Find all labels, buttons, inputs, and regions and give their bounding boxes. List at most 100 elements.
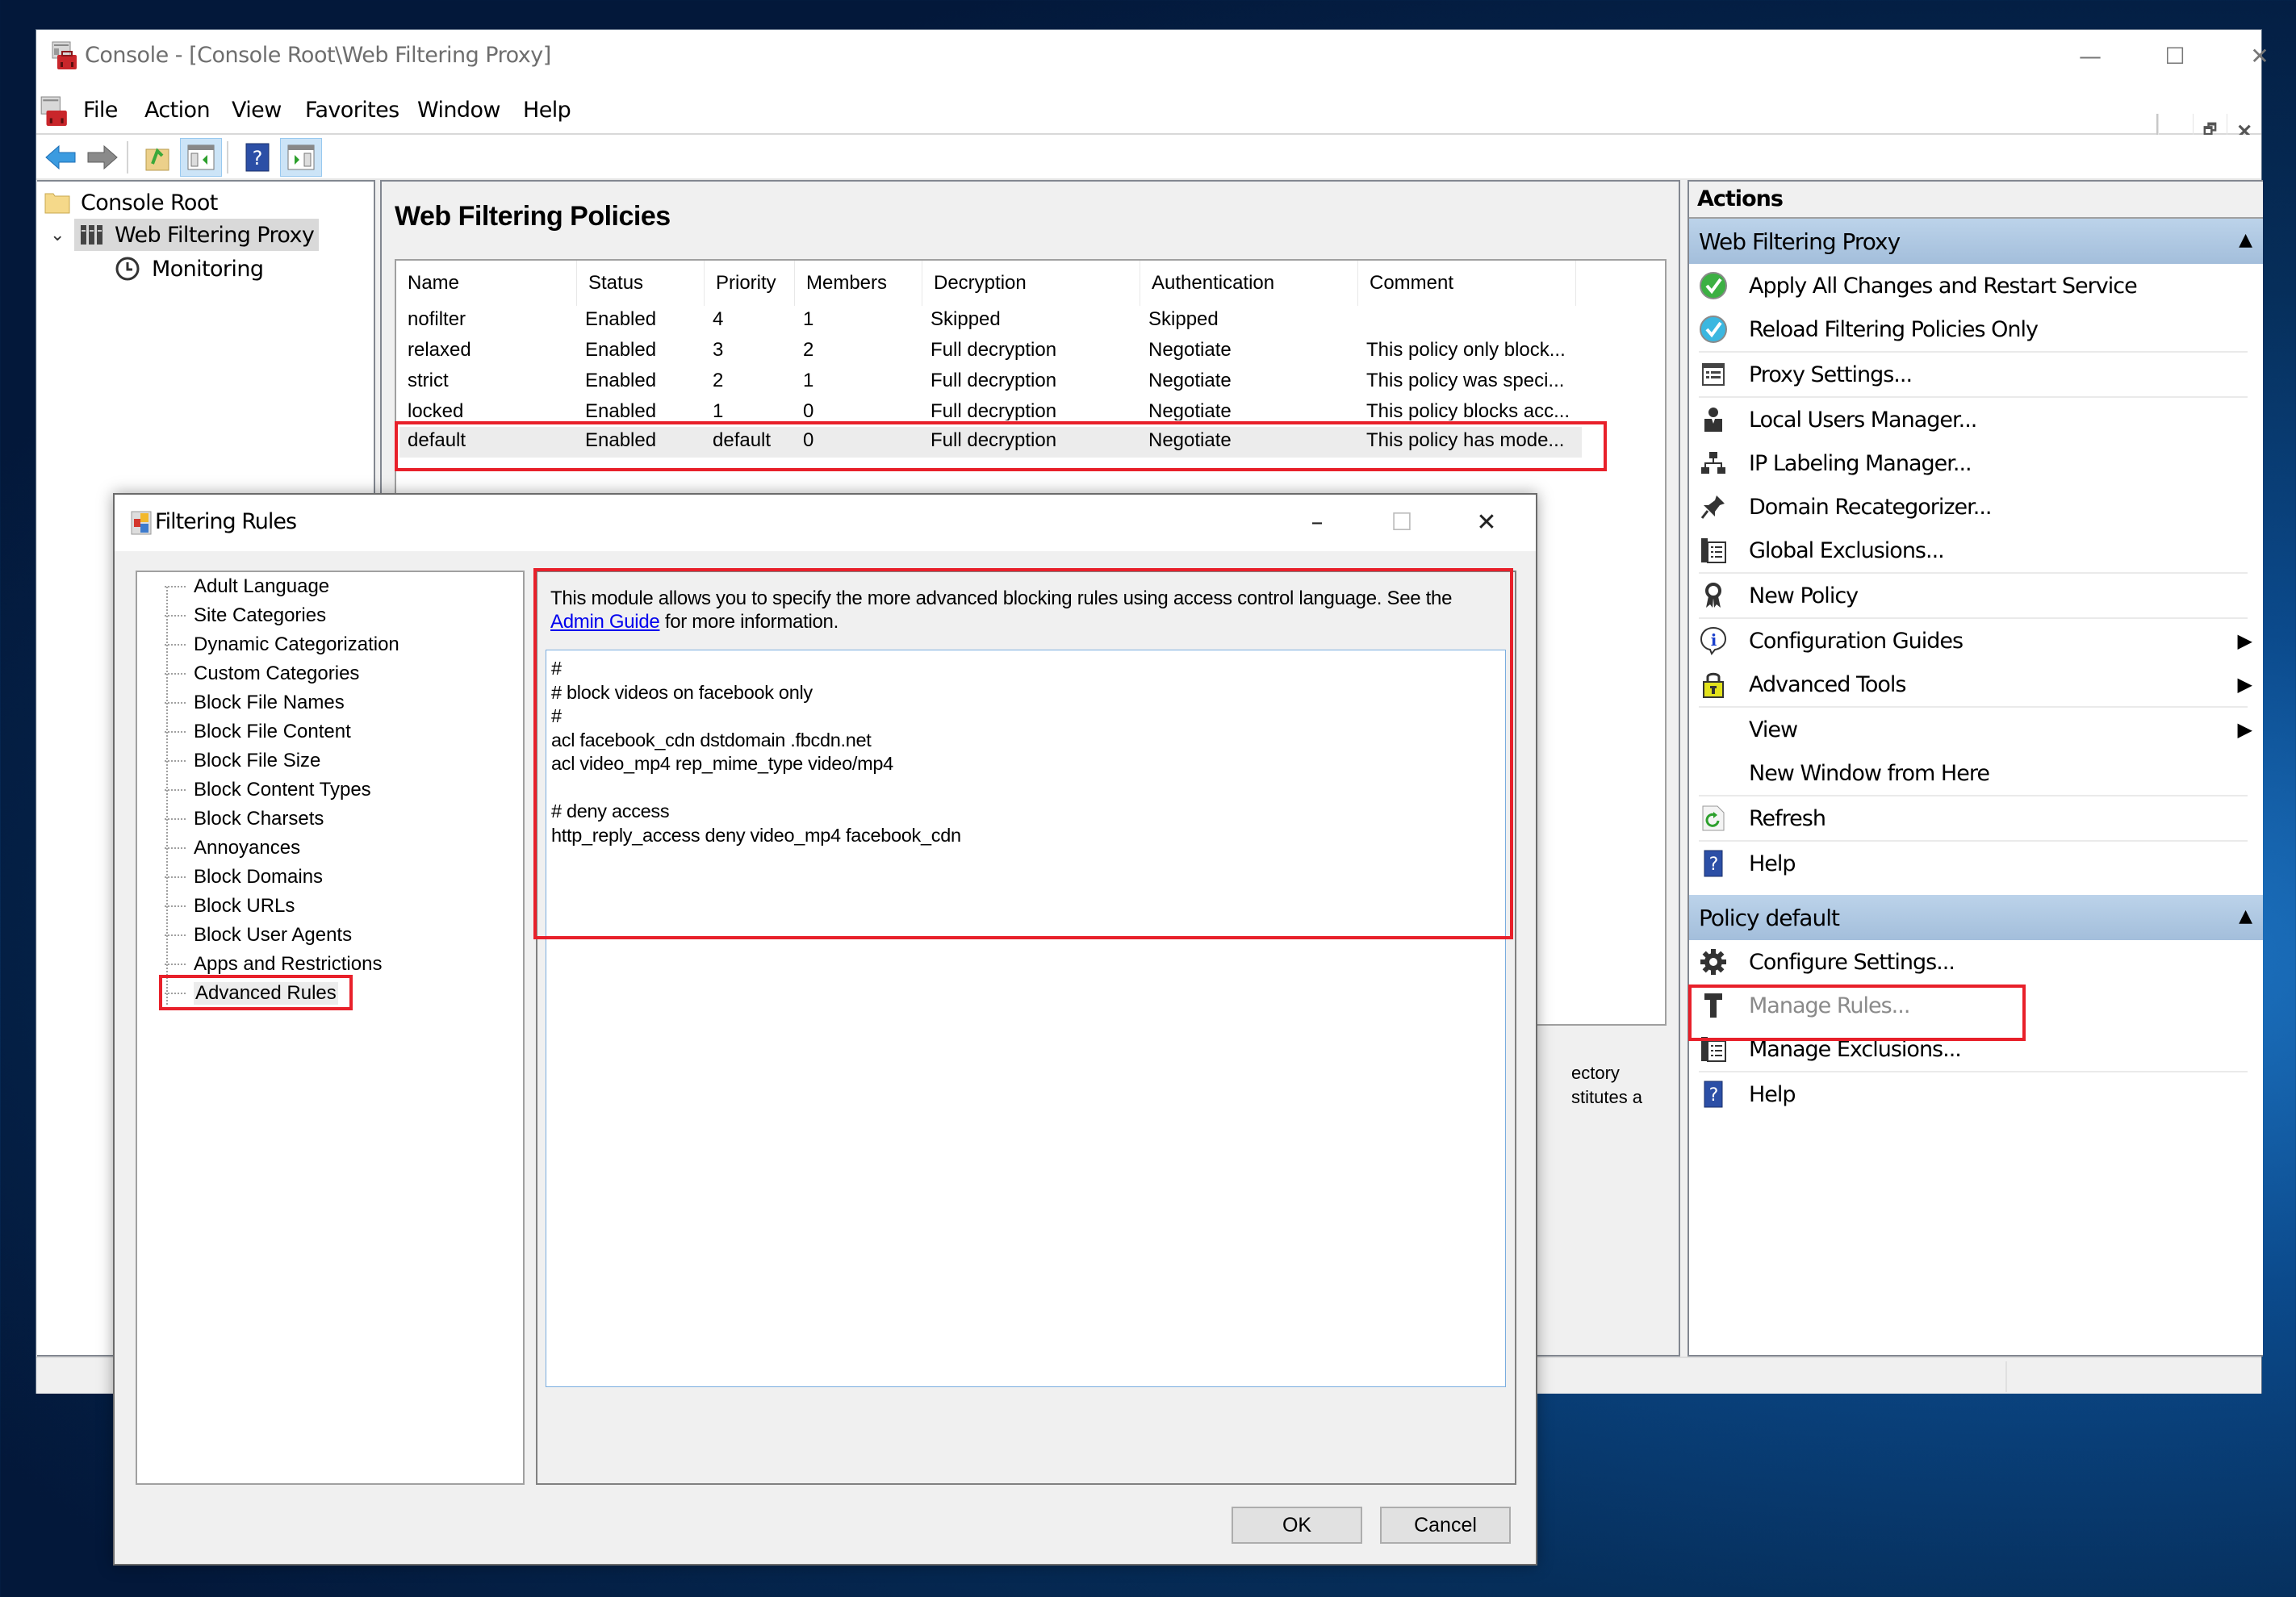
action-advanced-tools[interactable]: Advanced Tools ▶ [1689, 663, 2263, 706]
module-item[interactable]: Block Domains [137, 863, 323, 892]
module-item[interactable]: Custom Categories [137, 659, 359, 688]
module-item[interactable]: Block File Content [137, 717, 351, 746]
column-header-name[interactable]: Name [396, 261, 577, 306]
minimize-button[interactable]: — [2050, 30, 2131, 82]
action-new-window-from-here[interactable]: New Window from Here [1689, 751, 2263, 795]
forward-button[interactable] [82, 138, 123, 177]
cancel-button[interactable]: Cancel [1380, 1507, 1511, 1544]
action-label: Help [1749, 1081, 1796, 1107]
action-policy-help[interactable]: ? Help [1689, 1072, 2263, 1116]
module-item[interactable]: Site Categories [137, 601, 326, 630]
action-refresh[interactable]: Refresh [1689, 796, 2263, 840]
module-item[interactable]: Block User Agents [137, 921, 352, 950]
action-view[interactable]: View ▶ [1689, 708, 2263, 751]
module-label: Site Categories [194, 604, 327, 626]
action-configure-settings[interactable]: Configure Settings... [1689, 940, 2263, 984]
admin-guide-link[interactable]: Admin Guide [550, 611, 660, 633]
action-label: Domain Recategorizer... [1749, 494, 1993, 520]
column-header-authentication[interactable]: Authentication [1140, 261, 1358, 306]
help-button[interactable]: ? [236, 138, 278, 177]
cell-priority: 4 [713, 308, 724, 330]
action-manage-rules[interactable]: Manage Rules... [1689, 984, 2263, 1027]
menu-favorites[interactable]: Favorites [305, 98, 399, 123]
back-arrow-icon [45, 144, 76, 170]
action-label: Manage Exclusions... [1749, 1036, 1962, 1062]
menu-help[interactable]: Help [523, 98, 571, 123]
table-row[interactable]: locked Enabled 1 0 Full decryption Negot… [399, 398, 1582, 420]
chevron-down-icon[interactable]: ⌄ [50, 225, 74, 245]
table-row[interactable]: strict Enabled 2 1 Full decryption Negot… [399, 367, 1582, 398]
action-configuration-guides[interactable]: i Configuration Guides ▶ [1689, 619, 2263, 663]
module-item[interactable]: Block File Names [137, 688, 345, 717]
lock-icon [1703, 672, 1724, 698]
table-row-selected[interactable]: default Enabled default 0 Full decryptio… [399, 427, 1582, 458]
module-item[interactable]: Block Charsets [137, 805, 324, 834]
dialog-minimize-button[interactable]: – [1277, 500, 1357, 545]
description-text: This module allows you to specify the mo… [550, 587, 1453, 609]
module-item[interactable]: Adult Language [137, 572, 329, 601]
column-header-status[interactable]: Status [577, 261, 705, 306]
action-domain-recategorizer[interactable]: Domain Recategorizer... [1689, 485, 2263, 529]
module-tree: Adult Language Site Categories Dynamic C… [136, 571, 525, 1485]
tree-item-monitoring[interactable]: Monitoring [115, 253, 264, 285]
module-item[interactable]: Apps and Restrictions [137, 950, 382, 979]
action-reload-filtering-policies[interactable]: Reload Filtering Policies Only [1689, 307, 2263, 351]
action-apply-all-changes[interactable]: Apply All Changes and Restart Service [1689, 264, 2263, 307]
up-one-level-button[interactable] [136, 138, 178, 177]
action-global-exclusions[interactable]: Global Exclusions... [1689, 529, 2263, 572]
collapse-up-icon[interactable]: ▲ [2239, 230, 2252, 250]
folder-icon [44, 193, 70, 214]
module-label: Block Content Types [194, 779, 371, 801]
module-label: Block File Size [194, 750, 321, 771]
dialog-close-button[interactable]: ✕ [1446, 500, 1527, 545]
column-header-members[interactable]: Members [795, 261, 922, 306]
column-header-comment[interactable]: Comment [1358, 261, 1576, 306]
help-icon: ? [1704, 850, 1723, 877]
exclusions-icon [1701, 538, 1726, 563]
ok-button[interactable]: OK [1232, 1507, 1362, 1544]
table-row[interactable]: relaxed Enabled 3 2 Full decryption Nego… [399, 337, 1582, 367]
section-header-web-filtering-proxy[interactable]: Web Filtering Proxy ▲ [1689, 219, 2263, 264]
column-header-priority[interactable]: Priority [705, 261, 795, 306]
description-text: for more information. [659, 611, 839, 633]
action-new-policy[interactable]: New Policy [1689, 574, 2263, 617]
svg-text:?: ? [253, 147, 263, 169]
menu-file[interactable]: File [83, 98, 118, 123]
action-label: View [1749, 717, 1798, 742]
menu-window[interactable]: Window [417, 98, 500, 123]
dialog-maximize-button[interactable]: ☐ [1361, 500, 1442, 545]
module-item[interactable]: Block Content Types [137, 776, 371, 805]
table-row[interactable]: nofilter Enabled 4 1 Skipped Skipped [399, 306, 1582, 337]
module-item[interactable]: Block URLs [137, 892, 295, 921]
module-item[interactable]: Dynamic Categorization [137, 630, 399, 659]
partial-description-line: ectory [1571, 1063, 1620, 1083]
column-header-decryption[interactable]: Decryption [922, 261, 1140, 306]
module-item[interactable]: Block File Size [137, 746, 320, 776]
tree-item-web-filtering-proxy[interactable]: ⌄ Web Filtering Proxy [50, 219, 320, 251]
cell-name: relaxed [408, 339, 471, 361]
cell-comment: This policy has mode... [1366, 429, 1565, 451]
rules-editor[interactable] [546, 650, 1506, 1387]
action-help[interactable]: ? Help [1689, 842, 2263, 885]
tree-item-console-root[interactable]: Console Root [44, 186, 218, 219]
cell-comment: This policy blocks acc... [1366, 400, 1570, 420]
cell-name: strict [408, 370, 449, 391]
show-hide-action-pane-button[interactable] [280, 138, 322, 177]
section-header-policy-default[interactable]: Policy default ▲ [1689, 895, 2263, 940]
action-proxy-settings[interactable]: Proxy Settings... [1689, 353, 2263, 396]
menu-view[interactable]: View [232, 98, 282, 123]
close-button[interactable]: ✕ [2219, 30, 2296, 82]
action-local-users-manager[interactable]: Local Users Manager... [1689, 398, 2263, 441]
back-button[interactable] [40, 138, 82, 177]
module-item[interactable]: Annoyances [137, 834, 300, 863]
action-ip-labeling-manager[interactable]: IP Labeling Manager... [1689, 441, 2263, 485]
module-item-selected[interactable]: Advanced Rules [137, 979, 338, 1008]
cell-status: Enabled [585, 400, 657, 420]
module-label: Block File Content [194, 721, 351, 742]
action-manage-exclusions[interactable]: Manage Exclusions... [1689, 1027, 2263, 1071]
mmc-toolbox-icon[interactable] [40, 96, 69, 127]
menu-action[interactable]: Action [144, 98, 211, 123]
collapse-up-icon[interactable]: ▲ [2239, 906, 2252, 926]
show-hide-console-tree-button[interactable] [180, 138, 222, 177]
maximize-button[interactable]: ☐ [2135, 30, 2215, 82]
